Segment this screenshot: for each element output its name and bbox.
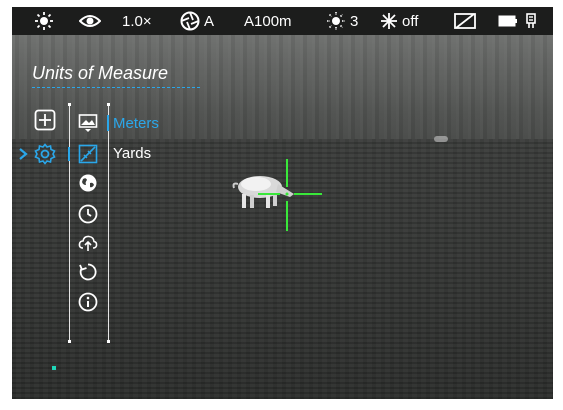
gear-icon[interactable]	[34, 143, 56, 165]
cloud-upload-icon[interactable]	[78, 233, 98, 253]
calibration-mode-value: A	[204, 12, 215, 30]
submenu-selection-marker	[68, 147, 70, 161]
calibration-distance[interactable]: A100m	[244, 7, 292, 35]
thermal-viewfinder: 1.0× A A100m 3 off Units of Measure Mete…	[12, 7, 553, 399]
chevron-right-icon	[19, 148, 28, 160]
brightness-setting[interactable]: 3	[326, 7, 358, 35]
zoom-readout[interactable]: 1.0×	[122, 7, 152, 35]
eye-icon[interactable]	[79, 7, 101, 35]
external-power-icon	[525, 7, 537, 35]
divider-dot	[107, 103, 110, 106]
title-underline	[32, 87, 200, 88]
aperture-icon	[180, 11, 200, 31]
zoom-value: 1.0×	[122, 12, 152, 30]
divider-dot	[68, 103, 71, 106]
calibration-mode[interactable]: A	[180, 7, 214, 35]
divider-dot	[68, 340, 71, 343]
ir-state-value: off	[402, 12, 419, 30]
green-crosshair-reticle	[258, 159, 322, 231]
distant-animal	[434, 136, 448, 142]
clock-icon[interactable]	[78, 204, 98, 224]
brightness-icon	[327, 12, 345, 30]
battery-icon	[498, 7, 518, 35]
ir-illuminator-icon	[381, 13, 397, 29]
menu-divider-left	[69, 104, 70, 340]
ruler-icon[interactable]	[78, 144, 98, 164]
info-icon[interactable]	[78, 292, 98, 312]
option-selection-marker	[107, 115, 109, 131]
display-off-icon[interactable]	[454, 7, 476, 35]
option-yards[interactable]: Yards	[113, 145, 151, 162]
globe-icon[interactable]	[78, 173, 98, 193]
reset-icon[interactable]	[78, 262, 98, 282]
brightness-value: 3	[350, 12, 359, 30]
plus-icon[interactable]	[34, 109, 56, 131]
calibration-distance-value: A100m	[244, 12, 292, 30]
image-icon[interactable]	[78, 113, 98, 133]
sun-icon[interactable]	[34, 7, 54, 35]
status-indicator-dot	[52, 366, 56, 370]
status-bar: 1.0× A A100m 3 off	[12, 7, 553, 35]
ir-illuminator-setting[interactable]: off	[380, 7, 418, 35]
menu-divider-right	[108, 104, 109, 340]
option-meters[interactable]: Meters	[113, 115, 159, 132]
menu-title: Units of Measure	[32, 63, 169, 83]
divider-dot	[107, 340, 110, 343]
